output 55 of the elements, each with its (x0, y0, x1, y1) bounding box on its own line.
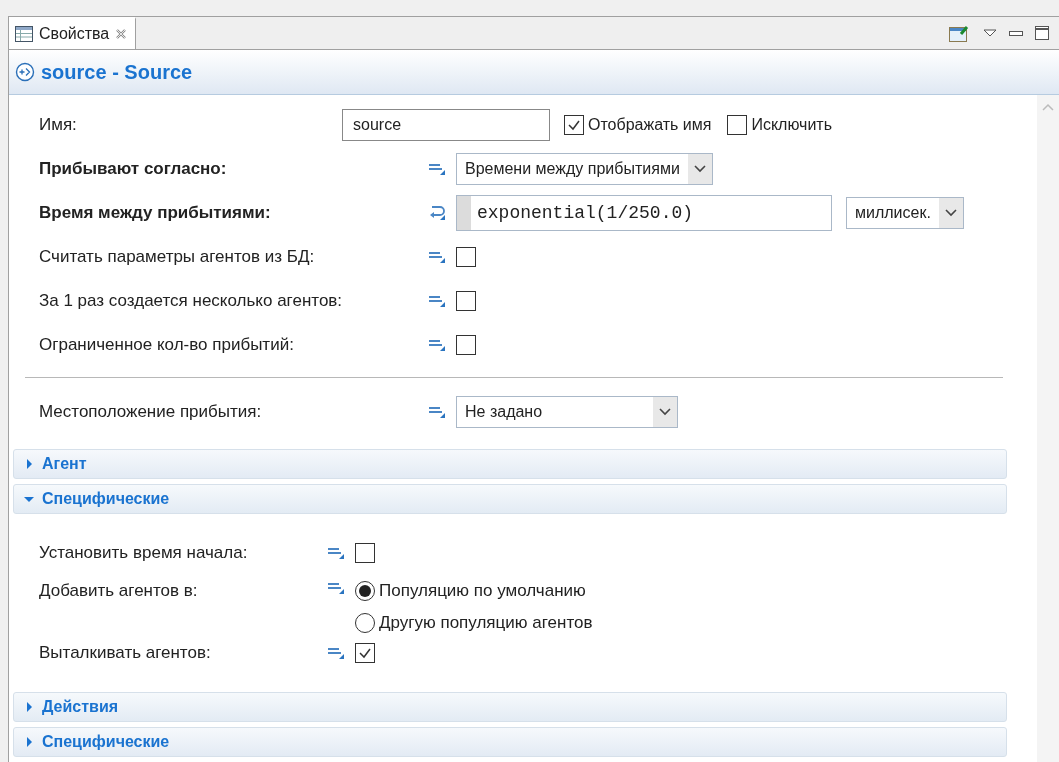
checkbox-label: Отображать имя (588, 116, 712, 134)
caret-icon (693, 165, 706, 173)
field-label: Имя: (38, 115, 78, 135)
section-header[interactable]: Действия (13, 692, 1007, 722)
close-icon[interactable] (115, 28, 128, 40)
field-label: Ограниченное кол-во прибытий: (38, 335, 295, 355)
checkbox[interactable] (355, 643, 375, 663)
minimize-icon[interactable] (1009, 29, 1023, 37)
checkbox[interactable] (456, 247, 476, 267)
field-label: Прибывают согласно: (38, 159, 228, 179)
static-value-icon[interactable] (428, 405, 446, 419)
check-icon (567, 118, 581, 132)
source-icon (15, 62, 35, 82)
dropdown[interactable]: Времени между прибытиями (456, 153, 713, 185)
field-label: Время между прибытиями: (38, 203, 272, 223)
checkbox-label: Исключить (751, 116, 833, 134)
static-value-icon[interactable] (428, 338, 446, 352)
radio-label: Другую популяцию агентов (379, 613, 593, 633)
field-label: Добавить агентов в: (38, 581, 199, 601)
caret-icon (944, 209, 957, 217)
radio-button[interactable] (355, 613, 375, 633)
pin-window-icon[interactable] (949, 24, 971, 42)
field-label: Установить время начала: (38, 543, 249, 563)
checkbox[interactable] (456, 335, 476, 355)
unit-dropdown[interactable]: миллисек. (846, 197, 964, 229)
static-value-icon[interactable] (428, 162, 446, 176)
name-field[interactable]: source (342, 109, 550, 141)
table-icon (15, 26, 33, 42)
field-label: За 1 раз создается несколько агентов: (38, 291, 344, 311)
checkbox[interactable] (355, 543, 375, 563)
caret-icon (659, 408, 671, 416)
field-label: Выталкивать агентов: (38, 643, 212, 663)
maximize-icon[interactable] (1035, 26, 1049, 40)
section-header[interactable]: Агент (13, 449, 1007, 479)
dropdown[interactable]: Не задано (456, 396, 678, 428)
static-value-icon[interactable] (428, 250, 446, 264)
code-field[interactable]: exponential(1/250.0) (456, 195, 832, 231)
radio-button[interactable] (355, 581, 375, 601)
checkbox[interactable] (564, 115, 584, 135)
field-label: Считать параметры агентов из БД: (38, 247, 316, 267)
view-menu-icon[interactable] (983, 28, 997, 38)
properties-tab[interactable]: Свойства (9, 17, 137, 49)
check-icon (358, 646, 372, 660)
panel-title: source - Source (41, 60, 193, 84)
static-value-icon[interactable] (327, 646, 345, 660)
checkbox[interactable] (727, 115, 748, 135)
static-value-icon[interactable] (428, 294, 446, 308)
radio-label: Популяцию по умолчанию (379, 581, 586, 601)
field-label: Местоположение прибытия: (38, 402, 263, 422)
section-header[interactable]: Специфические (13, 727, 1007, 757)
static-value-icon[interactable] (327, 581, 345, 595)
dynamic-value-icon[interactable] (428, 205, 446, 221)
section-header[interactable]: Специфические (13, 484, 1007, 514)
checkbox[interactable] (456, 291, 476, 311)
static-value-icon[interactable] (327, 546, 345, 560)
